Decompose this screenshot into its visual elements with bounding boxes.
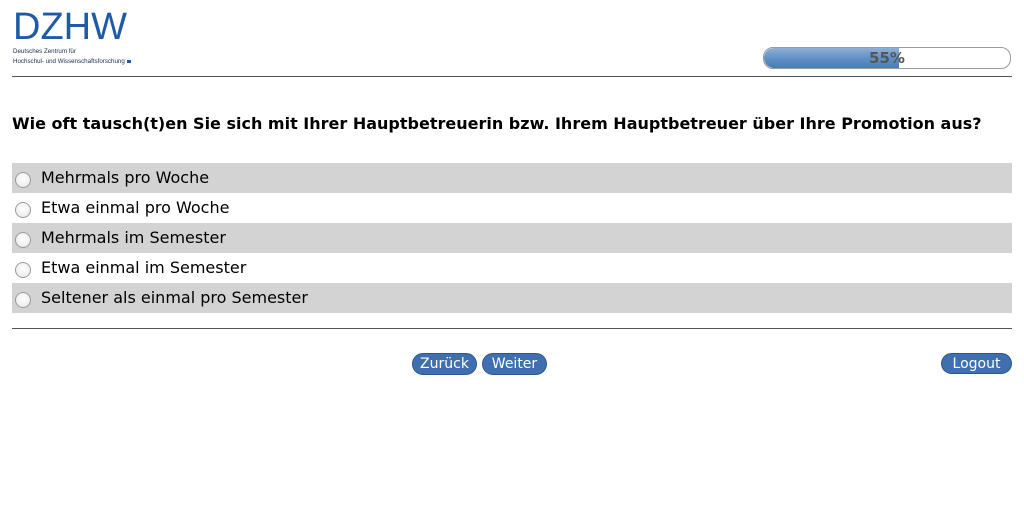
footer-divider <box>12 328 1012 329</box>
progress-bar: 55% <box>763 47 1011 69</box>
option-row[interactable]: Mehrmals im Semester <box>12 223 1012 253</box>
answer-options: Mehrmals pro Woche Etwa einmal pro Woche… <box>12 163 1012 313</box>
radio-button[interactable] <box>15 171 31 188</box>
back-button[interactable]: Zurück <box>412 353 477 375</box>
logo-wordmark: DZHW <box>13 6 127 48</box>
logo-subtitle-line2: Hochschul- und Wissenschaftsforschung <box>13 58 125 65</box>
survey-page: DZHW Deutsches Zentrum für Hochschul- un… <box>0 0 1024 505</box>
radio-button[interactable] <box>15 231 31 248</box>
option-label: Mehrmals im Semester <box>41 228 226 247</box>
option-row[interactable]: Etwa einmal im Semester <box>12 253 1012 283</box>
option-label: Etwa einmal im Semester <box>41 258 247 277</box>
option-row[interactable]: Mehrmals pro Woche <box>12 163 1012 193</box>
radio-button[interactable] <box>15 201 31 218</box>
logo-dot-icon <box>126 59 131 63</box>
header-divider <box>12 76 1012 77</box>
progress-label: 55% <box>869 49 905 67</box>
radio-button[interactable] <box>15 291 31 308</box>
logo-subtitle-line2-wrap: Hochschul- und Wissenschaftsforschung <box>13 58 153 66</box>
question-text: Wie oft tausch(t)en Sie sich mit Ihrer H… <box>12 114 982 133</box>
option-label: Etwa einmal pro Woche <box>41 198 230 217</box>
dzhw-logo: DZHW Deutsches Zentrum für Hochschul- un… <box>13 8 153 70</box>
option-label: Seltener als einmal pro Semester <box>41 288 308 307</box>
logo-subtitle-line1: Deutsches Zentrum für <box>13 48 76 55</box>
logout-button[interactable]: Logout <box>941 353 1012 374</box>
option-row[interactable]: Seltener als einmal pro Semester <box>12 283 1012 313</box>
option-row[interactable]: Etwa einmal pro Woche <box>12 193 1012 223</box>
next-button[interactable]: Weiter <box>482 353 547 375</box>
option-label: Mehrmals pro Woche <box>41 168 210 187</box>
radio-button[interactable] <box>15 261 31 278</box>
